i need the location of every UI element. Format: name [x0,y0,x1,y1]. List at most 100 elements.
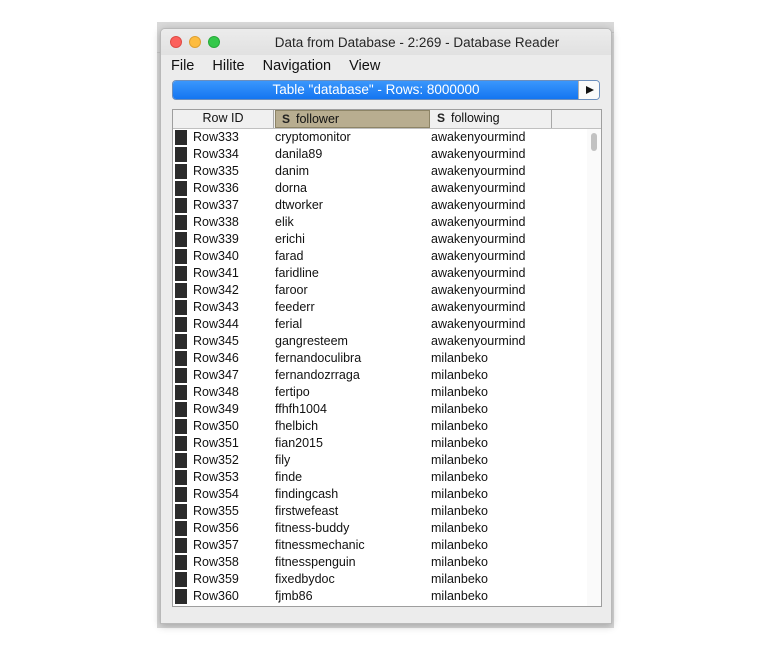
following-cell[interactable]: milanbeko [431,503,488,520]
following-cell[interactable]: awakenyourmind [431,129,526,146]
table-row[interactable]: Row339 erichi awakenyourmind [173,231,589,248]
table-row[interactable]: Row343 feederr awakenyourmind [173,299,589,316]
scrollbar-thumb[interactable] [591,133,597,151]
row-id-cell[interactable]: Row360 [193,588,239,605]
table-row[interactable]: Row346 fernandoculibra milanbeko [173,350,589,367]
table-row[interactable]: Row338 elik awakenyourmind [173,214,589,231]
table-row[interactable]: Row359 fixedbydoc milanbeko [173,571,589,588]
following-cell[interactable]: awakenyourmind [431,299,526,316]
table-row[interactable]: Row342 faroor awakenyourmind [173,282,589,299]
row-id-cell[interactable]: Row356 [193,520,239,537]
following-cell[interactable]: milanbeko [431,571,488,588]
row-id-cell[interactable]: Row336 [193,180,239,197]
row-id-cell[interactable]: Row334 [193,146,239,163]
follower-cell[interactable]: fitnesspenguin [275,554,356,571]
row-id-cell[interactable]: Row348 [193,384,239,401]
table-row[interactable]: Row351 fian2015 milanbeko [173,435,589,452]
table-row[interactable]: Row340 farad awakenyourmind [173,248,589,265]
follower-cell[interactable]: finde [275,469,302,486]
menu-view[interactable]: View [349,58,380,74]
close-window-icon[interactable] [170,36,182,48]
table-row[interactable]: Row335 danim awakenyourmind [173,163,589,180]
following-cell[interactable]: awakenyourmind [431,214,526,231]
follower-cell[interactable]: firstwefeast [275,503,338,520]
row-id-cell[interactable]: Row339 [193,231,239,248]
follower-cell[interactable]: fian2015 [275,435,323,452]
row-id-cell[interactable]: Row346 [193,350,239,367]
column-header-following[interactable]: S following [431,110,552,128]
row-id-cell[interactable]: Row338 [193,214,239,231]
table-selector-bar[interactable]: Table "database" - Rows: 8000000 [172,80,600,100]
table-row[interactable]: Row358 fitnesspenguin milanbeko [173,554,589,571]
following-cell[interactable]: milanbeko [431,537,488,554]
follower-cell[interactable]: elik [275,214,294,231]
following-cell[interactable]: milanbeko [431,588,488,605]
table-row[interactable]: Row344 ferial awakenyourmind [173,316,589,333]
table-row[interactable]: Row345 gangresteem awakenyourmind [173,333,589,350]
table-row[interactable]: Row355 firstwefeast milanbeko [173,503,589,520]
row-id-cell[interactable]: Row354 [193,486,239,503]
table-row[interactable]: Row341 faridline awakenyourmind [173,265,589,282]
table-row[interactable]: Row350 fhelbich milanbeko [173,418,589,435]
follower-cell[interactable]: gangresteem [275,333,348,350]
row-id-cell[interactable]: Row337 [193,197,239,214]
row-id-cell[interactable]: Row352 [193,452,239,469]
follower-cell[interactable]: dtworker [275,197,323,214]
table-row[interactable]: Row337 dtworker awakenyourmind [173,197,589,214]
title-bar[interactable]: Data from Database - 2:269 - Database Re… [161,29,611,55]
table-row[interactable]: Row357 fitnessmechanic milanbeko [173,537,589,554]
following-cell[interactable]: milanbeko [431,384,488,401]
following-cell[interactable]: milanbeko [431,435,488,452]
table-row[interactable]: Row347 fernandozrraga milanbeko [173,367,589,384]
row-id-cell[interactable]: Row343 [193,299,239,316]
follower-cell[interactable]: fernandoculibra [275,350,361,367]
follower-cell[interactable]: danim [275,163,309,180]
row-id-cell[interactable]: Row342 [193,282,239,299]
follower-cell[interactable]: danila89 [275,146,322,163]
following-cell[interactable]: milanbeko [431,469,488,486]
table-row[interactable]: Row349 ffhfh1004 milanbeko [173,401,589,418]
following-cell[interactable]: awakenyourmind [431,180,526,197]
follower-cell[interactable]: ferial [275,316,302,333]
follower-cell[interactable]: faridline [275,265,319,282]
vertical-scrollbar[interactable] [587,129,601,606]
following-cell[interactable]: awakenyourmind [431,231,526,248]
table-row[interactable]: Row333 cryptomonitor awakenyourmind [173,129,589,146]
row-id-cell[interactable]: Row353 [193,469,239,486]
menu-file[interactable]: File [171,58,194,74]
row-id-cell[interactable]: Row347 [193,367,239,384]
following-cell[interactable]: milanbeko [431,401,488,418]
row-id-cell[interactable]: Row335 [193,163,239,180]
row-id-cell[interactable]: Row341 [193,265,239,282]
table-row[interactable]: Row360 fjmb86 milanbeko [173,588,589,605]
following-cell[interactable]: awakenyourmind [431,316,526,333]
minimize-window-icon[interactable] [189,36,201,48]
following-cell[interactable]: milanbeko [431,367,488,384]
following-cell[interactable]: awakenyourmind [431,248,526,265]
follower-cell[interactable]: feederr [275,299,315,316]
table-row[interactable]: Row353 finde milanbeko [173,469,589,486]
row-id-cell[interactable]: Row351 [193,435,239,452]
following-cell[interactable]: awakenyourmind [431,282,526,299]
follower-cell[interactable]: fitness-buddy [275,520,349,537]
row-id-cell[interactable]: Row333 [193,129,239,146]
table-row[interactable]: Row356 fitness-buddy milanbeko [173,520,589,537]
table-row[interactable]: Row348 fertipo milanbeko [173,384,589,401]
follower-cell[interactable]: ffhfh1004 [275,401,327,418]
following-cell[interactable]: milanbeko [431,350,488,367]
follower-cell[interactable]: cryptomonitor [275,129,351,146]
column-header-follower[interactable]: S follower [275,110,430,128]
follower-cell[interactable]: dorna [275,180,307,197]
following-cell[interactable]: milanbeko [431,418,488,435]
following-cell[interactable]: awakenyourmind [431,163,526,180]
follower-cell[interactable]: fertipo [275,384,310,401]
row-id-cell[interactable]: Row357 [193,537,239,554]
row-id-cell[interactable]: Row345 [193,333,239,350]
table-next-button[interactable] [578,81,599,99]
row-id-cell[interactable]: Row350 [193,418,239,435]
menu-hilite[interactable]: Hilite [212,58,244,74]
following-cell[interactable]: milanbeko [431,486,488,503]
following-cell[interactable]: awakenyourmind [431,197,526,214]
following-cell[interactable]: milanbeko [431,554,488,571]
following-cell[interactable]: awakenyourmind [431,333,526,350]
